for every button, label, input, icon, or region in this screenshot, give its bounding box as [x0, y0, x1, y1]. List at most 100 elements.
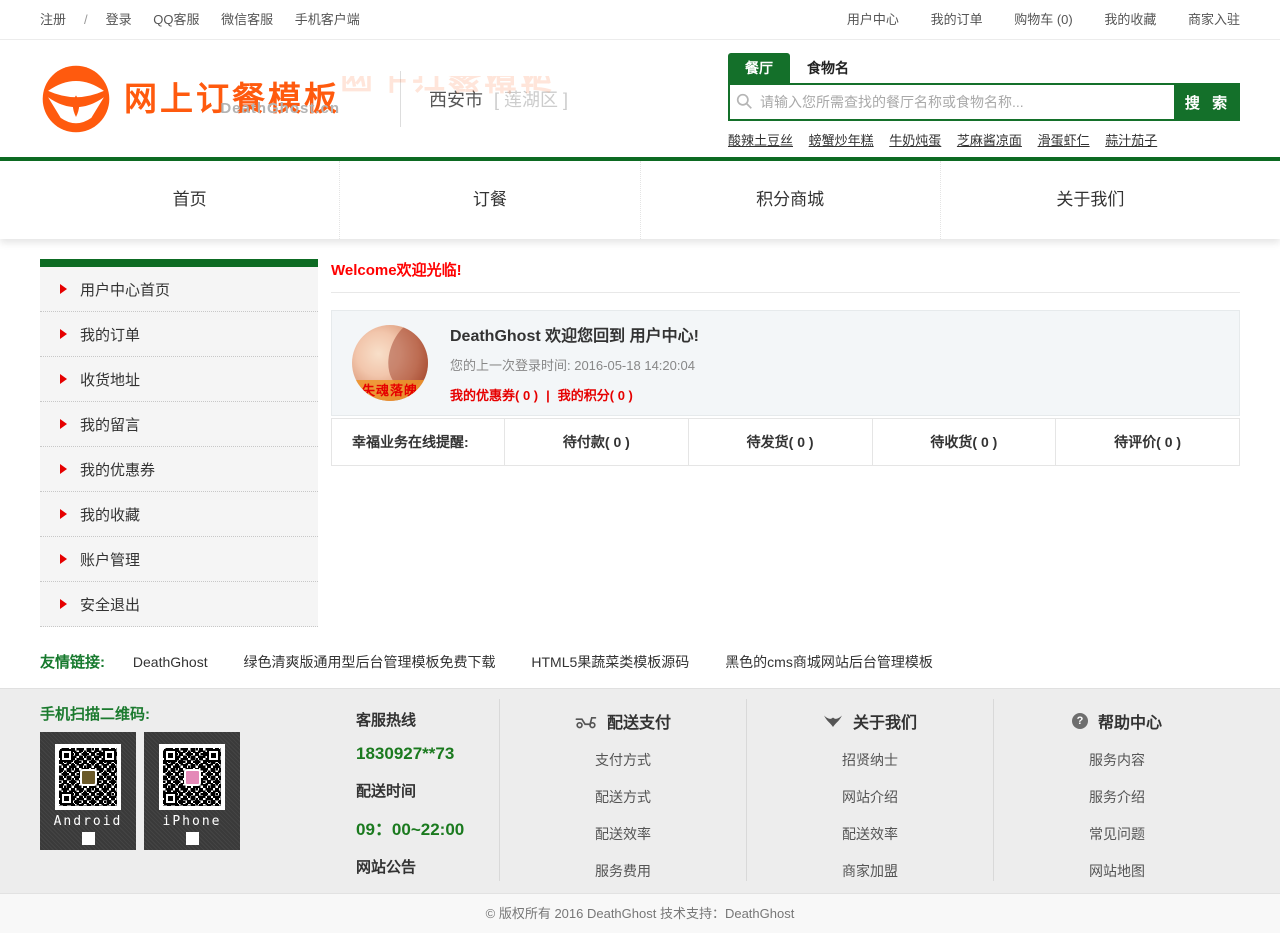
status-pending-review[interactable]: 待评价( 0 ): [1055, 419, 1239, 465]
logo-icon: [40, 63, 112, 135]
qr-center-logo: [184, 769, 201, 786]
hot-keyword-link[interactable]: 蒜汁茄子: [1105, 133, 1157, 148]
favorites-link[interactable]: 我的收藏: [1104, 12, 1156, 27]
question-icon: ?: [1072, 713, 1088, 729]
friend-links-label: 友情链接:: [40, 654, 105, 671]
sidebar-item-logout[interactable]: 安全退出: [40, 582, 318, 627]
footer-link[interactable]: 服务介绍: [994, 787, 1240, 807]
sidebar-item-user-center-home[interactable]: 用户中心首页: [40, 267, 318, 312]
footer-column-about-us: 关于我们 招贤纳士 网站介绍 配送效率 商家加盟: [746, 699, 993, 881]
caret-right-icon: [60, 464, 67, 474]
sidebar-item-my-messages[interactable]: 我的留言: [40, 402, 318, 447]
nav-item-home[interactable]: 首页: [40, 161, 339, 239]
login-link[interactable]: 登录: [106, 12, 132, 27]
sidebar-item-my-coupons[interactable]: 我的优惠券: [40, 447, 318, 492]
search-input[interactable]: [728, 83, 1176, 121]
friend-link[interactable]: 黑色的cms商城网站后台管理模板: [725, 654, 933, 670]
footer-column-help-center: ? 帮助中心 服务内容 服务介绍 常见问题 网站地图: [993, 699, 1240, 881]
friend-link[interactable]: DeathGhost: [133, 654, 208, 670]
friend-links: 友情链接: DeathGhost 绿色清爽版通用型后台管理模板免费下载 HTML…: [40, 651, 1240, 688]
search-button[interactable]: 搜 索: [1176, 83, 1240, 121]
footer-link[interactable]: 招贤纳士: [747, 750, 993, 770]
footer-column-title: 配送支付: [607, 709, 671, 733]
sidebar-item-shipping-address[interactable]: 收货地址: [40, 357, 318, 402]
scooter-icon: [575, 714, 597, 729]
status-pending-receipt[interactable]: 待收货( 0 ): [872, 419, 1056, 465]
qr-section: 手机扫描二维码: Android: [40, 699, 340, 881]
search-module: 餐厅 食物名 搜 索 酸辣土豆丝 螃蟹炒年糕 牛奶炖蛋 芝麻酱凉面 滑蛋虾仁 蒜…: [728, 53, 1240, 149]
delivery-time-label: 配送时间: [356, 780, 499, 801]
hot-keyword-link[interactable]: 滑蛋虾仁: [1038, 133, 1090, 148]
android-qr-panel: Android: [40, 732, 136, 850]
status-pending-payment[interactable]: 待付款( 0 ): [504, 419, 688, 465]
nav-item-about[interactable]: 关于我们: [940, 161, 1240, 239]
footer-link[interactable]: 支付方式: [500, 750, 746, 770]
my-orders-link[interactable]: 我的订单: [931, 12, 983, 27]
search-tab-food[interactable]: 食物名: [790, 53, 866, 83]
sidebar-item-label: 用户中心首页: [80, 279, 170, 300]
qr-center-logo: [80, 769, 97, 786]
search-tab-restaurant[interactable]: 餐厅: [728, 53, 790, 83]
wechat-service-link[interactable]: 微信客服: [221, 12, 273, 27]
footer-link[interactable]: 服务费用: [500, 861, 746, 881]
footer-link[interactable]: 配送效率: [747, 824, 993, 844]
search-icon: [736, 93, 753, 110]
my-coupons-link[interactable]: 我的优惠券( 0 ): [450, 388, 538, 403]
hot-keywords: 酸辣土豆丝 螃蟹炒年糕 牛奶炖蛋 芝麻酱凉面 滑蛋虾仁 蒜汁茄子: [728, 130, 1240, 149]
cart-link[interactable]: 购物车 (0): [1014, 12, 1073, 27]
hot-keyword-link[interactable]: 螃蟹炒年糕: [809, 133, 874, 148]
qq-service-link[interactable]: QQ客服: [153, 12, 199, 27]
site-logo[interactable]: 网上订餐模板 网上订餐模板 DeathGhost.cn: [40, 63, 376, 135]
hot-keyword-link[interactable]: 芝麻酱凉面: [957, 133, 1022, 148]
footer-link[interactable]: 配送方式: [500, 787, 746, 807]
footer-link[interactable]: 商家加盟: [747, 861, 993, 881]
register-link[interactable]: 注册: [40, 12, 66, 27]
sidebar-item-my-orders[interactable]: 我的订单: [40, 312, 318, 357]
status-bar-label: 幸福业务在线提醒:: [332, 419, 504, 465]
footer-link[interactable]: 常见问题: [994, 824, 1240, 844]
user-center-link[interactable]: 用户中心: [847, 12, 899, 27]
footer-link[interactable]: 网站介绍: [747, 787, 993, 807]
sidebar-item-label: 我的收藏: [80, 504, 140, 525]
avatar: 失魂落魄: [352, 325, 428, 401]
main-panel: Welcome欢迎光临! 失魂落魄 DeathGhost 欢迎您回到 用户中心!…: [331, 259, 1240, 466]
android-qr-code: [55, 744, 121, 810]
qr-section-title: 手机扫描二维码:: [40, 703, 340, 724]
sidebar-item-label: 我的留言: [80, 414, 140, 435]
friend-link[interactable]: 绿色清爽版通用型后台管理模板免费下载: [244, 654, 496, 670]
hot-keyword-link[interactable]: 牛奶炖蛋: [889, 133, 941, 148]
delivery-time-value: 09：00~22:00: [356, 815, 499, 840]
footer-link[interactable]: 网站地图: [994, 861, 1240, 881]
status-pending-shipment[interactable]: 待发货( 0 ): [688, 419, 872, 465]
site-notice-label: 网站公告: [356, 856, 499, 877]
avatar-caption: 失魂落魄: [352, 380, 428, 401]
sidebar-item-label: 收货地址: [80, 369, 140, 390]
caret-right-icon: [60, 374, 67, 384]
welcome-heading: Welcome欢迎光临!: [331, 259, 1240, 293]
merchant-join-link[interactable]: 商家入驻: [1188, 12, 1240, 27]
hotline-label: 客服热线: [356, 709, 499, 730]
footer-link[interactable]: 配送效率: [500, 824, 746, 844]
caret-right-icon: [60, 419, 67, 429]
main-nav: 首页 订餐 积分商城 关于我们: [0, 161, 1280, 239]
hot-keyword-link[interactable]: 酸辣土豆丝: [728, 133, 793, 148]
user-center-sidebar: 用户中心首页 我的订单 收货地址 我的留言 我的优惠券 我的收藏 账户管理 安全…: [40, 259, 318, 627]
nav-item-order[interactable]: 订餐: [339, 161, 639, 239]
qr-finder-icon: [207, 749, 220, 762]
caret-right-icon: [60, 329, 67, 339]
qr-finder-icon: [60, 792, 73, 805]
mobile-client-link[interactable]: 手机客户端: [295, 12, 360, 27]
qr-finder-icon: [164, 792, 177, 805]
links-separator: |: [546, 388, 550, 403]
content: 用户中心首页 我的订单 收货地址 我的留言 我的优惠券 我的收藏 账户管理 安全…: [40, 259, 1240, 627]
footer-link[interactable]: 服务内容: [994, 750, 1240, 770]
sidebar-item-my-favorites[interactable]: 我的收藏: [40, 492, 318, 537]
caret-right-icon: [60, 599, 67, 609]
caret-right-icon: [60, 554, 67, 564]
friend-link[interactable]: HTML5果蔬菜类模板源码: [531, 654, 689, 670]
last-login-time: 您的上一次登录时间: 2016-05-18 14:20:04: [450, 355, 699, 374]
sidebar-item-account-management[interactable]: 账户管理: [40, 537, 318, 582]
nav-item-points-mall[interactable]: 积分商城: [640, 161, 940, 239]
service-info-column: 客服热线 1830927**73 配送时间 09：00~22:00 网站公告: [340, 699, 500, 881]
my-points-link[interactable]: 我的积分( 0 ): [558, 388, 633, 403]
